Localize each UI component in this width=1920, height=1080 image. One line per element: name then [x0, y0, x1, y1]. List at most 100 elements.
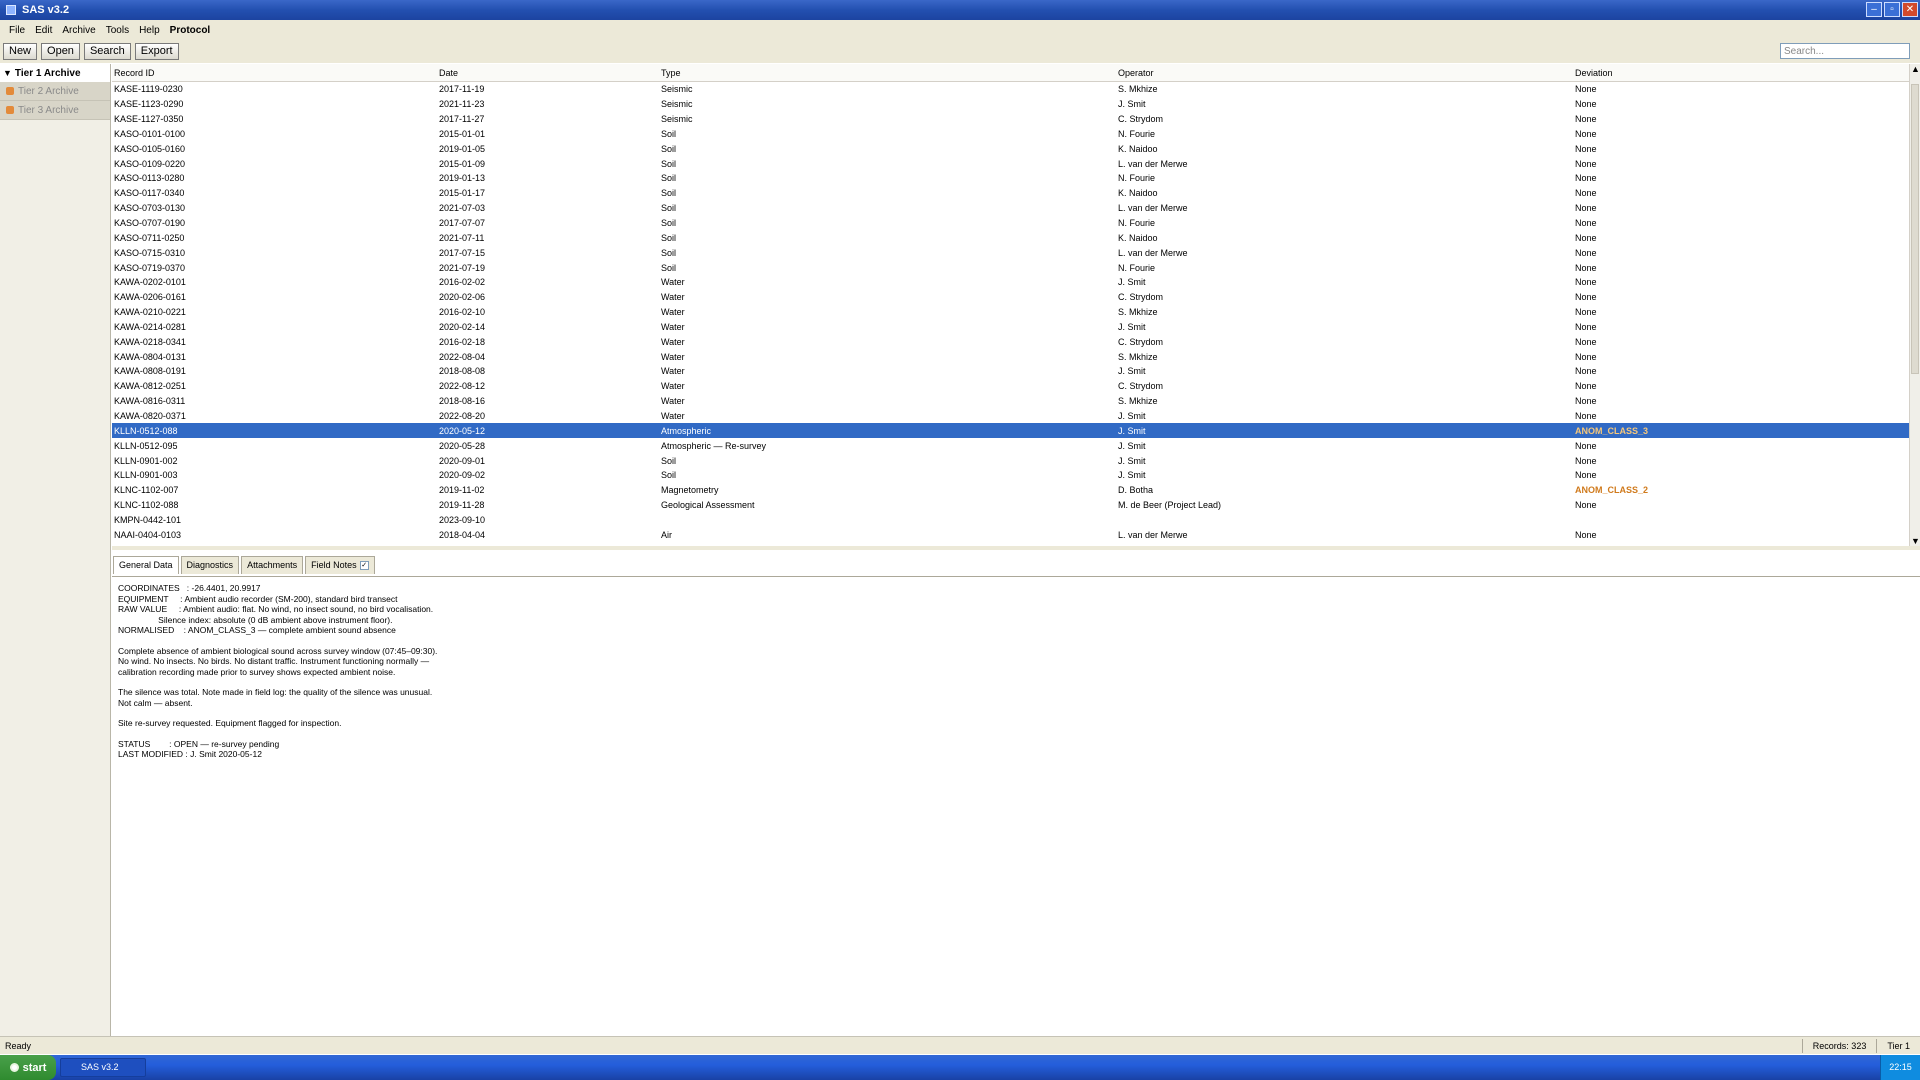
tab-label: General Data [119, 560, 173, 570]
cell-record-id: KLNC-1102-088 [114, 500, 179, 511]
menu-protocol[interactable]: Protocol [165, 25, 216, 36]
table-row[interactable]: KAWA-0214-0281 2020-02-14 Water J. Smit None [112, 320, 1909, 335]
cell-operator: J. Smit [1118, 470, 1146, 481]
cell-deviation: None [1575, 307, 1597, 318]
cell-operator: J. Smit [1118, 366, 1146, 377]
cell-type: Soil [661, 218, 677, 229]
menu-file[interactable]: File [4, 25, 30, 36]
table-row[interactable]: KASO-0105-0160 2019-01-05 Soil K. Naidoo Non… [112, 141, 1909, 156]
tree-item-tier-1[interactable]: ▼ Tier 1 Archive [0, 64, 110, 82]
table-row[interactable]: KASO-0719-0370 2021-07-19 Soil N. Fourie Non… [112, 260, 1909, 275]
cell-record-id: KASO-0715-0310 [114, 247, 186, 258]
cell-record-id: KAWA-0820-0371 [114, 410, 186, 421]
start-button[interactable]: start [0, 1055, 56, 1080]
status-bar: Ready Records: 323 Tier 1 [0, 1036, 1920, 1054]
table-row[interactable]: KASO-0101-0100 2015-01-01 Soil N. Fourie Non… [112, 127, 1909, 142]
table-row[interactable]: KASO-0703-0130 2021-07-03 Soil L. van der M… [112, 201, 1909, 216]
table-row[interactable]: KLNC-1102-088 2019-11-28 Geological Assess… [112, 498, 1909, 513]
table-row[interactable]: KASO-0711-0250 2021-07-11 Soil K. Naidoo Non… [112, 230, 1909, 245]
table-row[interactable]: KLLN-0512-088 2020-05-12 Atmospheric J. Smi… [112, 423, 1909, 439]
table-row[interactable]: KASO-0117-0340 2015-01-17 Soil K. Naidoo Non… [112, 186, 1909, 201]
cell-deviation: None [1575, 247, 1597, 258]
table-row[interactable]: KASO-0109-0220 2015-01-09 Soil L. van der M… [112, 156, 1909, 171]
cell-record-id: NAAI-0404-0103 [114, 529, 182, 540]
table-row[interactable]: KASO-0113-0280 2019-01-13 Soil N. Fourie Non… [112, 171, 1909, 186]
tree-item-tier-2[interactable]: Tier 2 Archive [0, 82, 110, 101]
cell-date: 2021-07-03 [439, 203, 486, 214]
minimize-icon[interactable]: – [1866, 2, 1882, 17]
cell-record-id: KASO-0105-0160 [114, 143, 186, 154]
scroll-up-icon[interactable]: ▲ [1910, 64, 1920, 74]
table-row[interactable]: KASO-0715-0310 2017-07-15 Soil L. van der M… [112, 245, 1909, 260]
tree-item-tier-3[interactable]: Tier 3 Archive [0, 101, 110, 120]
export-button[interactable]: Export [134, 43, 179, 60]
detail-line: Site re-survey requested. Equipment flag… [118, 718, 342, 728]
menu-edit[interactable]: Edit [30, 25, 57, 36]
maximize-icon[interactable]: ▫ [1884, 2, 1900, 17]
taskbar-app-sas[interactable]: SAS v3.2 [60, 1058, 146, 1077]
table-row[interactable]: KAWA-0812-0251 2022-08-12 Water C. Strydom N… [112, 379, 1909, 394]
cell-deviation: None [1575, 158, 1597, 169]
scroll-down-icon[interactable]: ▼ [1910, 536, 1920, 546]
table-scrollbar[interactable]: ▲ ▼ [1909, 64, 1920, 546]
tab-diagnostics[interactable]: Diagnostics [180, 556, 240, 574]
table-row[interactable]: KMPN-0442-101 2023-09-10 [112, 512, 1909, 527]
cell-date: 2017-11-27 [439, 114, 485, 125]
column-header-type[interactable]: Type [659, 68, 1116, 78]
table-body: KASE-1119-0230 2017-11-19 Seismic S. Mkhize… [112, 82, 1909, 542]
menu-archive[interactable]: Archive [57, 25, 100, 36]
table-row[interactable]: KAWA-0206-0161 2020-02-06 Water C. Strydom N… [112, 290, 1909, 305]
cell-operator: J. Smit [1118, 455, 1146, 466]
detail-line: No wind. No insects. No birds. No distan… [118, 656, 430, 666]
tab-label: Diagnostics [186, 560, 234, 570]
column-header-deviation[interactable]: Deviation [1573, 68, 1909, 78]
table-row[interactable]: KAWA-0820-0371 2022-08-20 Water J. Smit None [112, 409, 1909, 424]
detail-line: The silence was total. Note made in fiel… [118, 687, 433, 697]
tier-indicator: Tier 1 [1876, 1038, 1920, 1053]
search-input[interactable] [1780, 43, 1910, 59]
column-header-date[interactable]: Date [437, 68, 659, 78]
table-row[interactable]: KLLN-0901-002 2020-09-01 Soil J. Smit None [112, 453, 1909, 468]
table-row[interactable]: NAAI-0404-0103 2018-04-04 Air L. van der Me… [112, 527, 1909, 542]
cell-operator: C. Strydom [1118, 292, 1164, 303]
expand-caret-icon[interactable]: ▼ [3, 68, 12, 78]
table-row[interactable]: KAWA-0804-0131 2022-08-04 Water S. Mkhize No… [112, 349, 1909, 364]
detail-line: STATUS : OPEN — re-survey pending [118, 738, 280, 749]
cell-operator: K. Naidoo [1118, 143, 1158, 154]
tab-label: Attachments [247, 560, 298, 570]
cell-date: 2021-07-19 [439, 262, 486, 273]
cell-date: 2020-09-02 [439, 470, 486, 481]
table-row[interactable]: KLLN-0512-095 2020-05-28 Atmospheric — Re-… [112, 438, 1909, 453]
cell-date: 2017-07-07 [439, 218, 486, 229]
tab-field-notes[interactable]: Field Notes ✓ [305, 556, 375, 574]
table-row[interactable]: KASE-1119-0230 2017-11-19 Seismic S. Mkhize… [112, 82, 1909, 97]
cell-date: 2022-08-12 [439, 381, 486, 392]
new-button[interactable]: New [3, 43, 38, 60]
table-row[interactable]: KLLN-0901-003 2020-09-02 Soil J. Smit None [112, 468, 1909, 483]
scroll-thumb[interactable] [1911, 84, 1919, 374]
pane-splitter[interactable] [112, 546, 1920, 550]
menu-tools[interactable]: Tools [101, 25, 134, 36]
table-row[interactable]: KASE-1127-0350 2017-11-27 Seismic C. Strydo… [112, 112, 1909, 127]
tab-attachments[interactable]: Attachments [241, 556, 304, 574]
open-button[interactable]: Open [41, 43, 80, 60]
table-row[interactable]: KAWA-0202-0101 2016-02-02 Water J. Smit None [112, 275, 1909, 290]
table-row[interactable]: KAWA-0816-0311 2018-08-16 Water S. Mkhize No… [112, 394, 1909, 409]
column-header-operator[interactable]: Operator [1116, 68, 1573, 78]
search-button[interactable]: Search [83, 43, 131, 60]
field-notes-checkbox[interactable]: ✓ [359, 561, 369, 570]
close-icon[interactable]: ✕ [1902, 2, 1918, 17]
table-row[interactable]: KASO-0707-0190 2017-07-07 Soil N. Fourie Non… [112, 216, 1909, 231]
menu-help[interactable]: Help [134, 25, 165, 36]
table-row[interactable]: KASE-1123-0290 2021-11-23 Seismic J. Smit No… [112, 97, 1909, 112]
table-row[interactable]: KAWA-0210-0221 2016-02-10 Water S. Mkhize No… [112, 305, 1909, 320]
table-row[interactable]: KLNC-1102-007 2019-11-02 Magnetometry D. Bo… [112, 483, 1909, 498]
tab-general-data[interactable]: General Data [113, 556, 179, 574]
cell-deviation: None [1575, 128, 1597, 139]
cell-record-id: KASO-0113-0280 [114, 173, 185, 184]
cell-type: Water [661, 321, 685, 332]
column-header-record-id[interactable]: Record ID [112, 68, 437, 78]
cell-operator: N. Fourie [1118, 218, 1156, 229]
table-row[interactable]: KAWA-0218-0341 2016-02-18 Water C. Strydom N… [112, 334, 1909, 349]
table-row[interactable]: KAWA-0808-0191 2018-08-08 Water J. Smit None [112, 364, 1909, 379]
